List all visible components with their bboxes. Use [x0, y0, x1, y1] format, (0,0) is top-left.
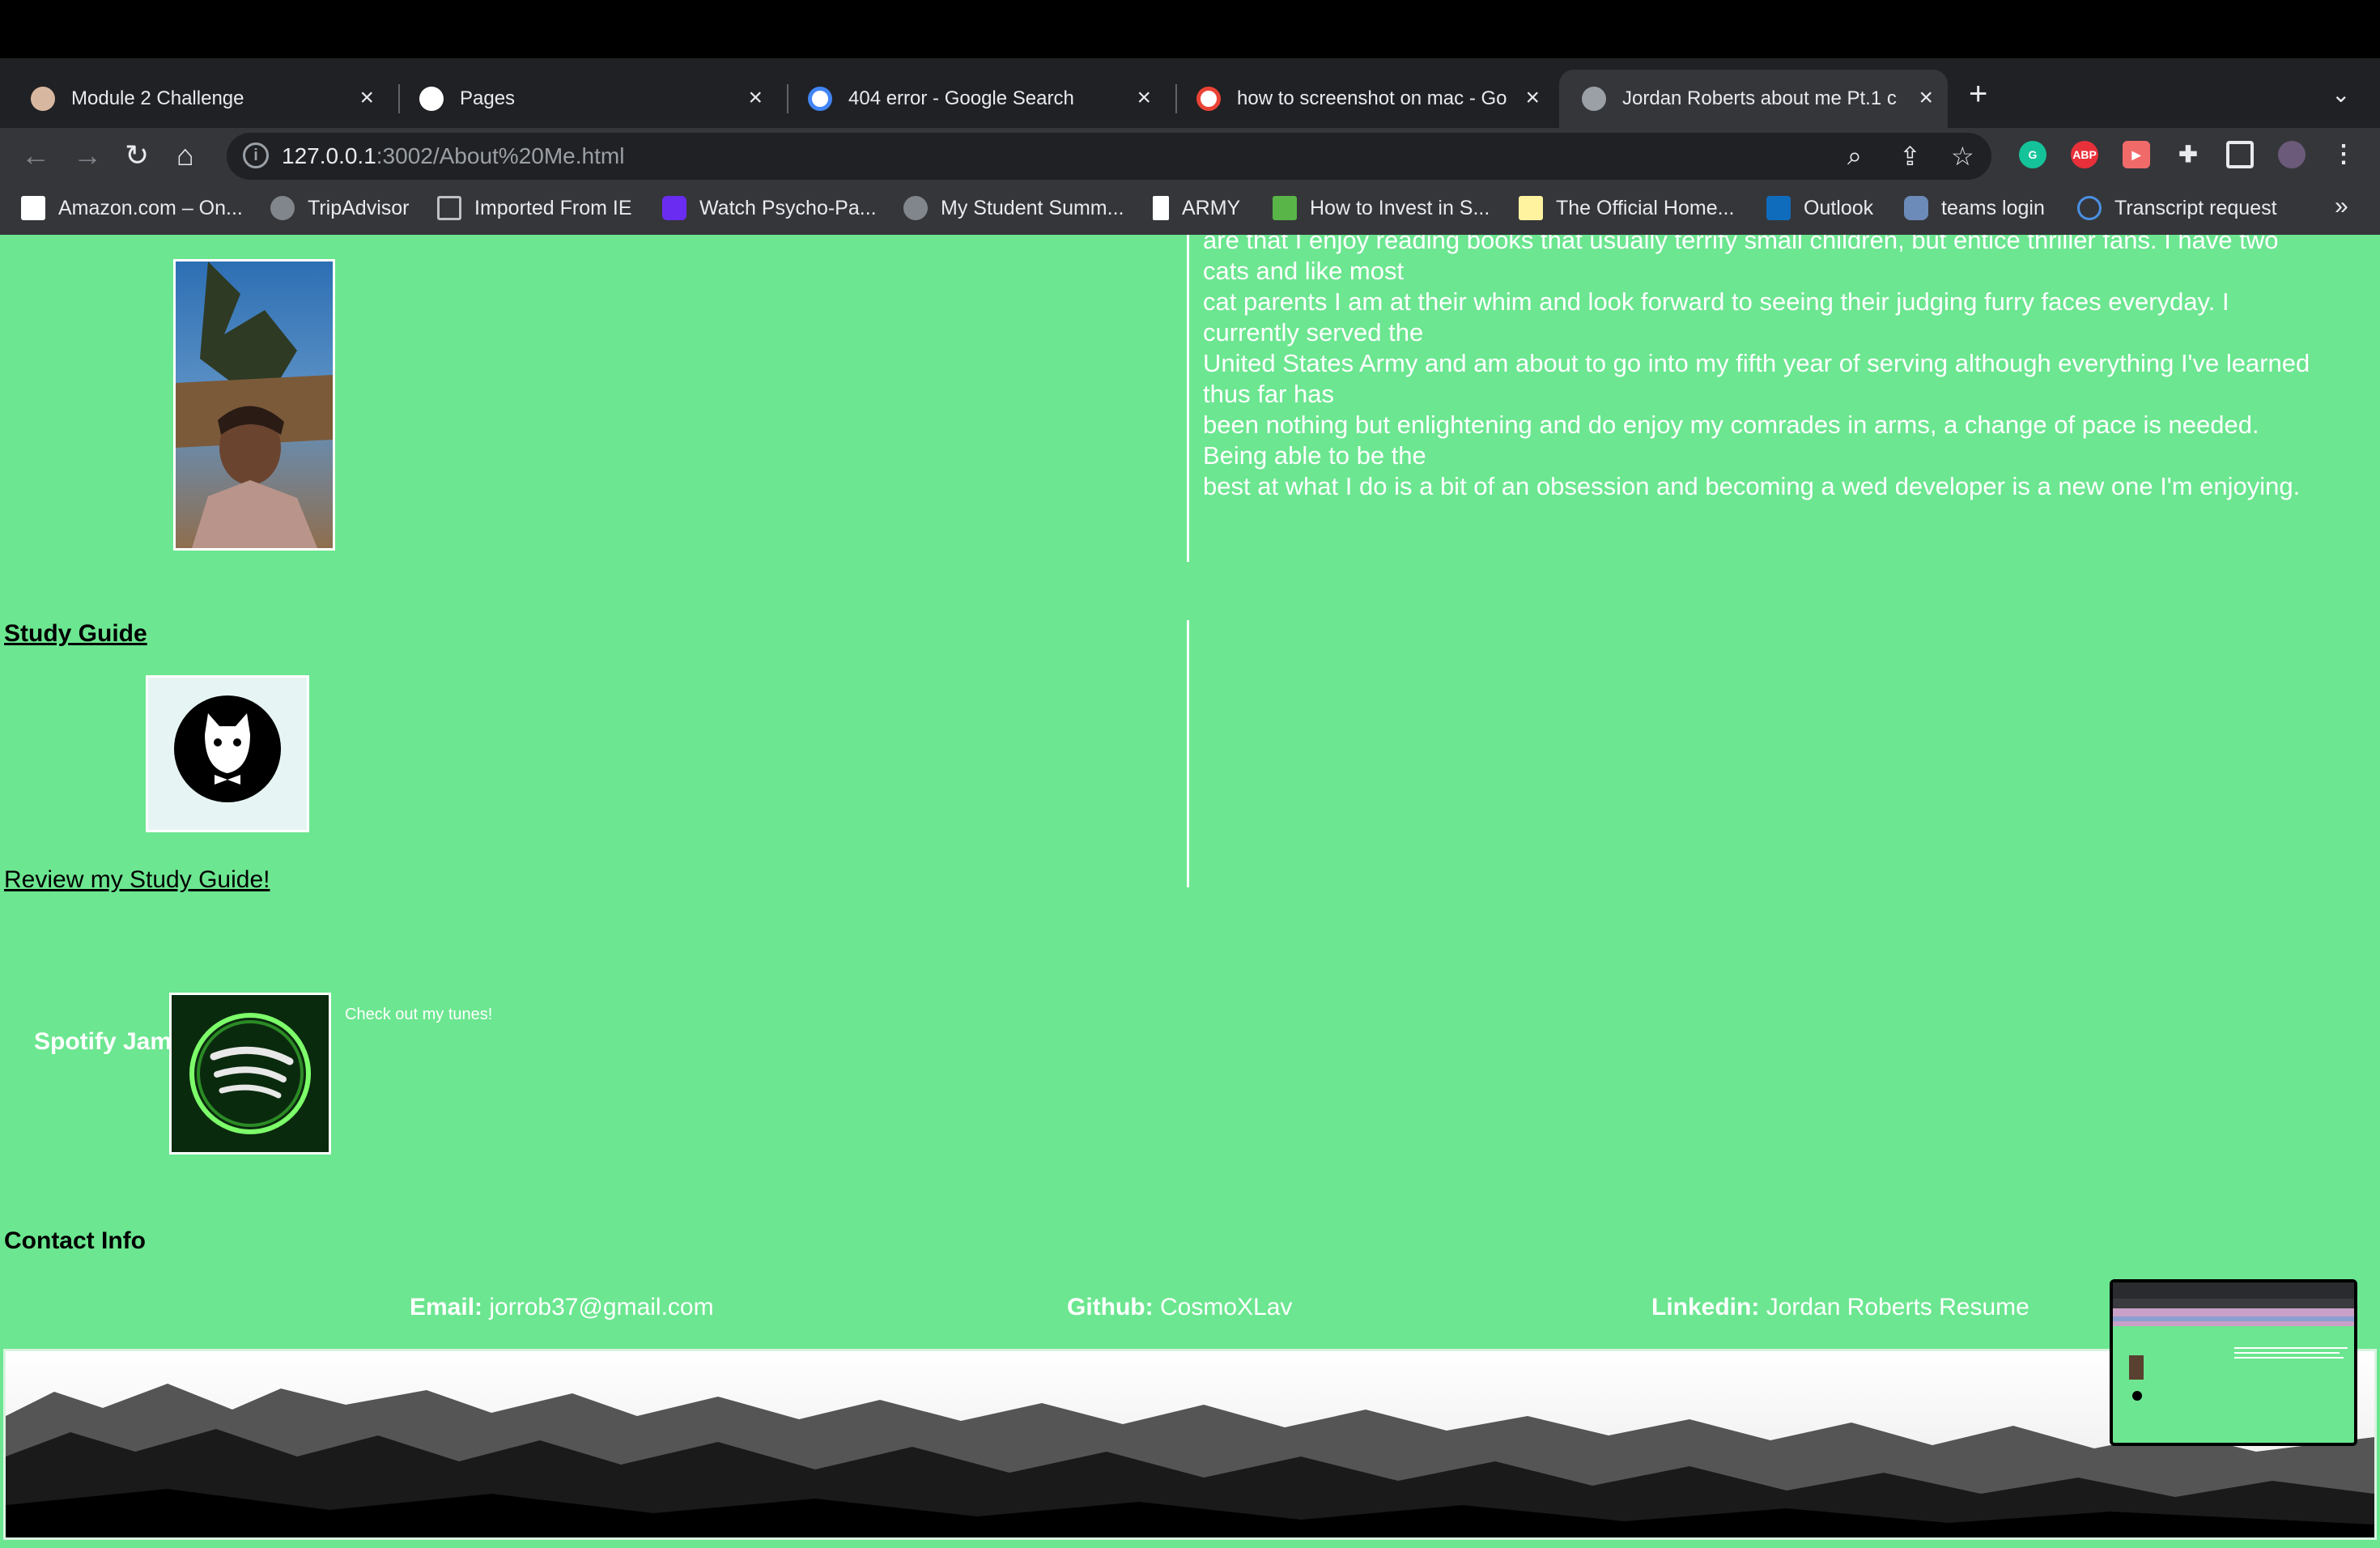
bookmark-tripadvisor[interactable]: TripAdvisor: [270, 196, 410, 220]
tab-title: how to screenshot on mac - Go: [1237, 87, 1507, 109]
spotify-logo[interactable]: [169, 993, 331, 1155]
tab-title: 404 error - Google Search: [848, 87, 1074, 109]
browser-toolbar: ← → ↻ ⌂ i 127.0.0.1:3002/About%20Me.html…: [0, 128, 2380, 185]
google-icon: [1196, 87, 1221, 111]
tab-pages[interactable]: Pages ×: [389, 70, 777, 128]
back-icon[interactable]: ←: [21, 138, 50, 173]
about-line: United States Army and am about to go in…: [1203, 349, 2310, 408]
close-tab-icon[interactable]: ×: [1137, 86, 1151, 110]
bookmark-student-summary[interactable]: My Student Summ...: [903, 196, 1124, 220]
review-study-guide-link[interactable]: Review my Study Guide!: [4, 866, 270, 894]
bookmarks-bar: Amazon.com – On... TripAdvisor Imported …: [0, 185, 2380, 235]
google-icon: [808, 87, 832, 111]
study-guide-logo[interactable]: [146, 675, 309, 832]
site-info-icon[interactable]: i: [243, 142, 269, 168]
bookmark-outlook[interactable]: Outlook: [1766, 196, 1873, 220]
column-divider: [1187, 235, 1189, 562]
bookmark-army[interactable]: ARMY: [1153, 196, 1240, 220]
tab-screenshot-search[interactable]: how to screenshot on mac - Go ×: [1166, 70, 1554, 128]
spotify-label: Spotify Jams: [34, 1028, 185, 1055]
globe-icon: [903, 196, 928, 220]
contact-info-heading: Contact Info: [4, 1227, 146, 1254]
reload-icon[interactable]: ↻: [125, 138, 149, 173]
github-icon: [419, 87, 444, 111]
contact-email[interactable]: Email: jorrob37@gmail.com: [410, 1294, 714, 1321]
recorder-extension-icon[interactable]: ▶: [2123, 141, 2150, 168]
star-icon: [1519, 196, 1543, 220]
tab-search-chevron-icon[interactable]: ⌄: [2331, 81, 2350, 108]
bookmark-how-to-invest[interactable]: How to Invest in S...: [1273, 196, 1490, 220]
cloud-icon: [1904, 196, 1928, 220]
about-line: best at what I do is a bit of an obsessi…: [1203, 472, 2301, 500]
adblock-icon[interactable]: ABP: [2071, 141, 2098, 168]
column-divider: [1187, 620, 1189, 887]
grammarly-icon[interactable]: G: [2019, 141, 2046, 168]
study-guide-heading[interactable]: Study Guide: [4, 620, 147, 648]
tab-title: Pages: [460, 87, 516, 109]
forward-icon[interactable]: →: [73, 138, 102, 173]
about-line: are that I enjoy reading books that usua…: [1203, 235, 2279, 285]
site-icon: [662, 196, 686, 220]
about-me-paragraph: are that I enjoy reading books that usua…: [1203, 235, 2320, 502]
site-icon: [1273, 196, 1297, 220]
close-tab-icon[interactable]: ×: [748, 86, 763, 110]
bookmark-star-icon[interactable]: ☆: [1951, 141, 1974, 172]
new-tab-button[interactable]: +: [1969, 78, 1987, 110]
profile-photo: [173, 259, 335, 551]
close-tab-icon[interactable]: ×: [1525, 86, 1540, 110]
site-icon: [2077, 196, 2102, 220]
globe-icon: [270, 196, 295, 220]
tab-strip: Module 2 Challenge × Pages × 404 error -…: [0, 58, 2380, 128]
tab-title: Jordan Roberts about me Pt.1 c: [1622, 87, 1897, 109]
bookmark-official-home[interactable]: The Official Home...: [1519, 196, 1734, 220]
address-bar[interactable]: i 127.0.0.1:3002/About%20Me.html ⌕ ⇪ ☆: [227, 133, 1991, 180]
tab-title: Module 2 Challenge: [71, 87, 244, 109]
close-tab-icon[interactable]: ×: [1919, 86, 1933, 110]
side-panel-icon[interactable]: [2226, 141, 2254, 168]
tab-404-search[interactable]: 404 error - Google Search ×: [777, 70, 1166, 128]
spotify-caption: Check out my tunes!: [345, 1006, 493, 1023]
document-icon: [1153, 196, 1169, 220]
amazon-icon: [21, 196, 45, 220]
outlook-icon: [1766, 196, 1791, 220]
footer-tree-line-image: [3, 1349, 2377, 1540]
profile-avatar[interactable]: [2278, 141, 2306, 168]
page-body: are that I enjoy reading books that usua…: [0, 235, 2380, 1548]
tab-module-2-challenge[interactable]: Module 2 Challenge ×: [0, 70, 389, 128]
tab-about-me[interactable]: Jordan Roberts about me Pt.1 c ×: [1559, 70, 1948, 128]
close-tab-icon[interactable]: ×: [359, 86, 374, 110]
share-icon[interactable]: ⇪: [1899, 141, 1921, 172]
about-line: cat parents I am at their whim and look …: [1203, 287, 2229, 347]
about-line: been nothing but enlightening and do enj…: [1203, 410, 2259, 470]
bookmark-imported-from-ie[interactable]: Imported From IE: [437, 196, 632, 220]
contact-linkedin[interactable]: Linkedin: Jordan Roberts Resume: [1651, 1294, 2029, 1321]
globe-icon: [1582, 87, 1606, 111]
contact-github[interactable]: Github: CosmoXLav: [1067, 1294, 1292, 1321]
url-text[interactable]: 127.0.0.1:3002/About%20Me.html: [282, 143, 624, 169]
home-icon[interactable]: ⌂: [176, 138, 194, 173]
chrome-menu-icon[interactable]: ⋮: [2330, 141, 2357, 168]
folder-icon: [437, 196, 461, 220]
macos-menu-area: [0, 0, 2380, 58]
bookmark-amazon[interactable]: Amazon.com – On...: [21, 196, 243, 220]
bookmark-teams-login[interactable]: teams login: [1904, 196, 2045, 220]
bookmark-transcript-request[interactable]: Transcript request: [2077, 196, 2277, 220]
tab-favicon-icon: [31, 87, 55, 111]
more-bookmarks-icon[interactable]: »: [2335, 193, 2348, 220]
extensions-puzzle-icon[interactable]: ✚: [2174, 141, 2202, 168]
zoom-icon[interactable]: ⌕: [1847, 141, 1862, 172]
screenshot-thumbnail-preview[interactable]: [2110, 1279, 2357, 1446]
bookmark-watch-psycho[interactable]: Watch Psycho-Pa...: [662, 196, 877, 220]
